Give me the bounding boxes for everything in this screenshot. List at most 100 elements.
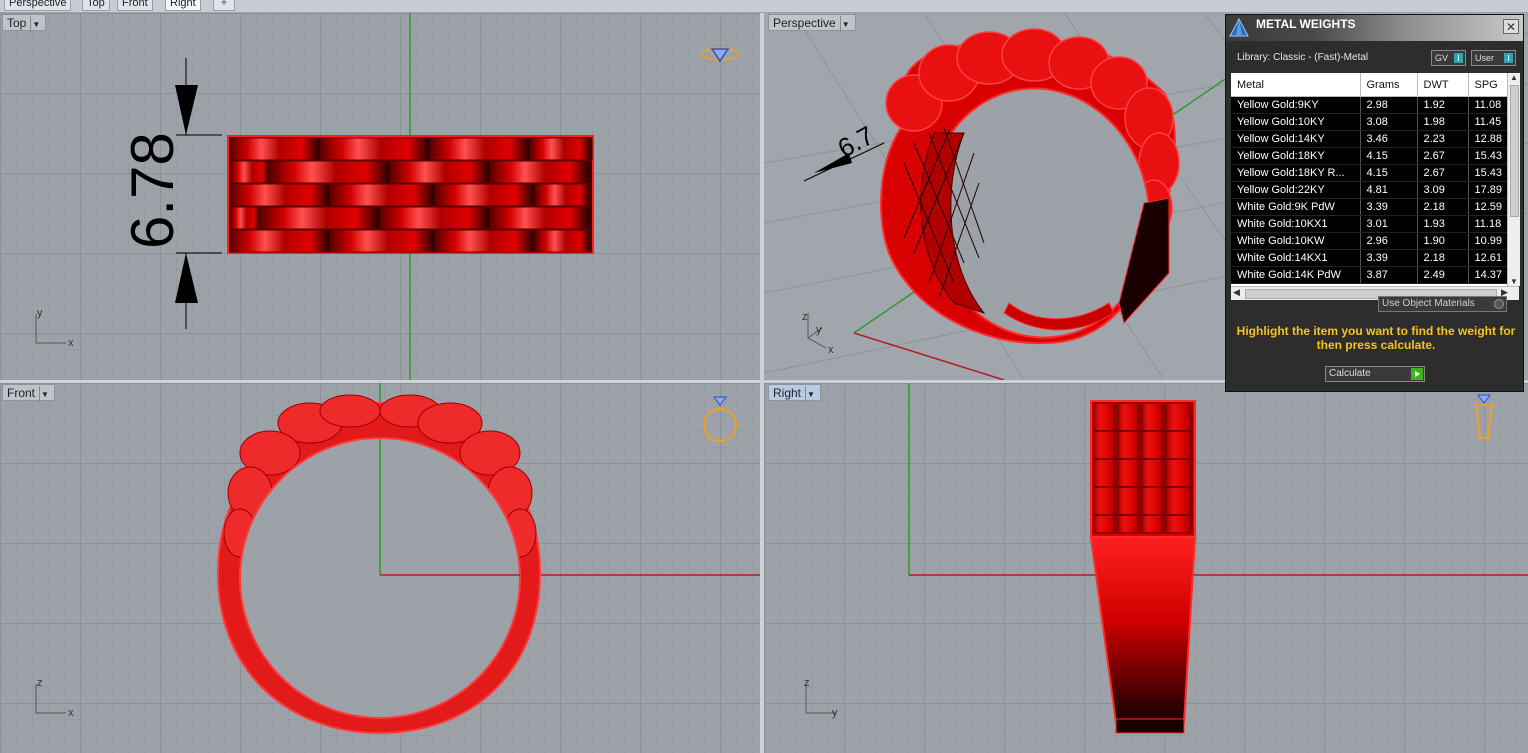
chevron-down-icon[interactable]: ▼	[1510, 277, 1518, 286]
table-cell: White Gold:10KX1	[1231, 215, 1361, 233]
table-cell: Yellow Gold:18KY R...	[1231, 164, 1361, 182]
table-row[interactable]: White Gold:14KX1 3.39 2.18 12.61	[1231, 249, 1519, 267]
chevron-left-icon[interactable]: ◀	[1233, 287, 1240, 298]
table-cell: 1.90	[1417, 232, 1469, 250]
viewport-label-front[interactable]: Front ▼	[2, 384, 56, 403]
table-cell: 2.98	[1360, 96, 1418, 114]
table-cell: 1.98	[1417, 113, 1469, 131]
table-row[interactable]: White Gold:14K PdW 3.87 2.49 14.37	[1231, 266, 1519, 284]
front-view-canvas: z x	[35, 383, 760, 735]
table-cell: 4.81	[1360, 181, 1418, 199]
table-row[interactable]: White Gold:10KX1 3.01 1.93 11.18	[1231, 215, 1519, 233]
user-toggle[interactable]: User	[1471, 50, 1516, 66]
tab-right[interactable]: Right	[165, 0, 201, 11]
use-object-materials-checkbox[interactable]: Use Object Materials	[1378, 296, 1507, 312]
table-cell: Yellow Gold:18KY	[1231, 147, 1361, 165]
svg-text:y: y	[832, 707, 838, 719]
perspective-dimension-text: 6.7	[833, 120, 879, 163]
table-cell: 2.18	[1417, 249, 1469, 267]
table-row[interactable]: Yellow Gold:10KY 3.08 1.98 11.45	[1231, 113, 1519, 131]
tab-top[interactable]: Top	[82, 0, 110, 11]
table-cell: 3.09	[1417, 181, 1469, 199]
table-cell: White Gold:9K PdW	[1231, 198, 1361, 216]
table-cell: 3.87	[1360, 266, 1418, 284]
svg-text:z: z	[37, 677, 43, 689]
column-header[interactable]: Grams	[1360, 73, 1418, 97]
table-cell: White Gold:10KW	[1231, 232, 1361, 250]
viewport-top[interactable]: 6.78 y x Top ▼	[0, 13, 760, 380]
ring-perspective	[880, 28, 1180, 345]
svg-text:x: x	[828, 344, 834, 356]
table-cell: 3.01	[1360, 215, 1418, 233]
close-icon[interactable]: ✕	[1503, 19, 1519, 34]
dimension-text: 6.78	[119, 132, 186, 249]
svg-text:z: z	[804, 677, 810, 689]
table-row[interactable]: Yellow Gold:18KY R... 4.15 2.67 15.43	[1231, 164, 1519, 182]
toggle-switch-icon	[1454, 53, 1463, 63]
viewport-front[interactable]: z x Front ▼	[0, 383, 760, 753]
radio-icon	[1494, 299, 1504, 309]
scroll-thumb[interactable]	[1510, 85, 1519, 217]
table-row[interactable]: Yellow Gold:9KY 2.98 1.92 11.08	[1231, 96, 1519, 114]
table-cell: 2.18	[1417, 198, 1469, 216]
viewport-label-top[interactable]: Top ▼	[2, 14, 47, 33]
chevron-down-icon[interactable]: ▼	[30, 16, 41, 33]
svg-text:x: x	[68, 337, 74, 349]
svg-text:x: x	[68, 707, 74, 719]
table-cell: 2.49	[1417, 266, 1469, 284]
svg-text:y: y	[816, 324, 822, 336]
play-icon	[1411, 368, 1423, 380]
column-header[interactable]: Metal	[1231, 73, 1361, 97]
table-cell: 3.46	[1360, 130, 1418, 148]
pyramid-logo-icon	[1229, 17, 1249, 37]
table-cell: 3.39	[1360, 249, 1418, 267]
ring-side-orientation-icon	[1474, 394, 1494, 439]
instruction-message: Highlight the item you want to find the …	[1236, 324, 1516, 352]
table-cell: 2.67	[1417, 147, 1469, 165]
table-cell: Yellow Gold:9KY	[1231, 96, 1361, 114]
table-cell: 2.23	[1417, 130, 1469, 148]
column-header[interactable]: DWT	[1417, 73, 1469, 97]
library-label: Library: Classic - (Fast)-Metal	[1237, 52, 1369, 63]
table-row[interactable]: White Gold:9K PdW 3.39 2.18 12.59	[1231, 198, 1519, 216]
svg-text:z: z	[802, 311, 808, 323]
table-cell: 2.96	[1360, 232, 1418, 250]
metal-table[interactable]: Metal Grams DWT SPG Yellow Gold:9KY 2.98 1.92…	[1231, 73, 1519, 286]
table-cell: 2.67	[1417, 164, 1469, 182]
table-body: Yellow Gold:9KY 2.98 1.92 11.08 Yellow Gold:…	[1231, 96, 1519, 284]
viewport-label-perspective[interactable]: Perspective ▼	[768, 14, 856, 33]
chevron-down-icon[interactable]: ▼	[805, 386, 816, 403]
svg-text:y: y	[37, 307, 43, 319]
chevron-down-icon[interactable]: ▼	[39, 386, 50, 403]
table-vertical-scrollbar[interactable]: ▲ ▼	[1507, 73, 1520, 286]
viewport-right[interactable]: z y Right ▼	[764, 383, 1528, 753]
metal-weights-panel: METAL WEIGHTS ✕ Library: Classic - (Fast…	[1225, 14, 1524, 392]
table-row[interactable]: Yellow Gold:22KY 4.81 3.09 17.89	[1231, 181, 1519, 199]
table-cell: 4.15	[1360, 147, 1418, 165]
panel-header[interactable]: METAL WEIGHTS ✕	[1226, 15, 1523, 41]
table-row[interactable]: Yellow Gold:14KY 3.46 2.23 12.88	[1231, 130, 1519, 148]
table-cell: White Gold:14K PdW	[1231, 266, 1361, 284]
ring-orientation-icon	[703, 396, 737, 442]
tab-front[interactable]: Front	[117, 0, 153, 11]
table-cell: 1.93	[1417, 215, 1469, 233]
chevron-up-icon[interactable]: ▲	[1510, 73, 1518, 82]
viewport-label-right[interactable]: Right ▼	[768, 384, 822, 403]
table-cell: Yellow Gold:10KY	[1231, 113, 1361, 131]
chevron-down-icon[interactable]: ▼	[839, 16, 851, 33]
table-row[interactable]: Yellow Gold:18KY 4.15 2.67 15.43	[1231, 147, 1519, 165]
add-tab-button[interactable]: +	[213, 0, 235, 11]
gv-toggle[interactable]: GV	[1431, 50, 1466, 66]
panel-title: METAL WEIGHTS	[1256, 17, 1356, 31]
top-view-canvas: 6.78 y x	[35, 13, 739, 380]
plus-icon: +	[220, 0, 228, 9]
calculate-button[interactable]: Calculate	[1325, 366, 1425, 382]
table-cell: Yellow Gold:22KY	[1231, 181, 1361, 199]
viewport-divider-vertical[interactable]	[760, 13, 764, 753]
tab-perspective[interactable]: Perspective	[4, 0, 72, 11]
right-view-canvas: z y	[804, 383, 1528, 734]
viewport-tab-strip: Perspective Top Front Right +	[0, 0, 1528, 12]
table-cell: White Gold:14KX1	[1231, 249, 1361, 267]
table-cell: Yellow Gold:14KY	[1231, 130, 1361, 148]
table-row[interactable]: White Gold:10KW 2.96 1.90 10.99	[1231, 232, 1519, 250]
